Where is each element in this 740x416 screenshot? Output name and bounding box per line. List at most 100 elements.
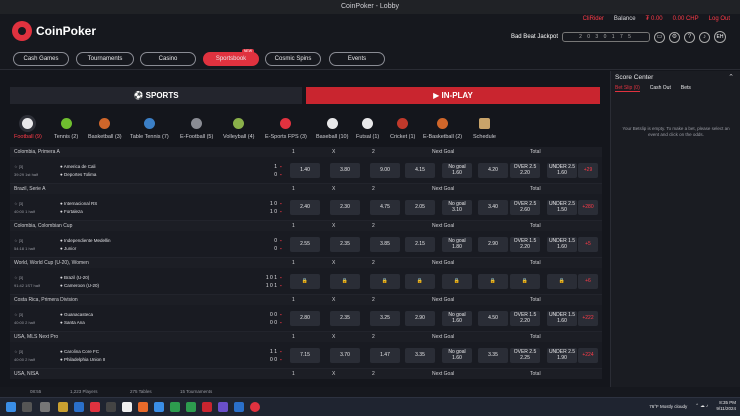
sports-button[interactable]: ⚽ SPORTS <box>10 87 302 104</box>
taskbar-app-icon[interactable] <box>202 402 212 412</box>
odds-button[interactable]: No goal 1.80 <box>442 237 472 252</box>
tab-casino[interactable]: Casino <box>140 52 196 66</box>
odds-button[interactable]: 2.90 <box>405 311 435 326</box>
logout-link[interactable]: Log Out <box>709 16 730 22</box>
taskbar-app-icon[interactable] <box>234 402 244 412</box>
tab-cosmic-spins[interactable]: Cosmic Spins <box>265 52 321 66</box>
more-markets-button[interactable]: +222 <box>578 311 598 326</box>
chevron-up-icon[interactable]: ⌃ <box>728 73 734 81</box>
odds-button[interactable]: 🔒 <box>405 274 435 289</box>
odds-button[interactable]: No goal 1.60 <box>442 348 472 363</box>
cat-efootball[interactable]: E-Football (5) <box>180 116 213 140</box>
odds-button[interactable]: OVER 2.5 2.25 <box>510 348 540 363</box>
taskbar-app-icon[interactable] <box>154 402 164 412</box>
cat-ebasketball[interactable]: E-Basketball (2) <box>423 116 462 140</box>
odds-button[interactable]: 2.30 <box>330 200 360 215</box>
match-row[interactable]: ☆ [3] 40:00 2 half ● Guanacasteca ● Santa A… <box>10 305 602 332</box>
tab-bets[interactable]: Bets <box>681 85 691 92</box>
odds-button[interactable]: 3.40 <box>478 200 508 215</box>
odds-button[interactable]: OVER 2.5 2.20 <box>510 163 540 178</box>
taskbar-app-icon[interactable] <box>58 402 68 412</box>
cat-esports-fps[interactable]: E-Sports FPS (3) <box>265 116 307 140</box>
match-favorite[interactable]: ☆ [3] <box>14 312 23 317</box>
support-icon[interactable]: ? <box>684 31 695 43</box>
taskbar-app-icon[interactable] <box>186 402 196 412</box>
odds-button[interactable]: 4.15 <box>405 163 435 178</box>
wallet-icon[interactable]: ▭ <box>654 31 665 43</box>
odds-button[interactable]: 2.40 <box>290 200 320 215</box>
match-favorite[interactable]: ☆ [3] <box>14 275 23 280</box>
more-markets-button[interactable]: +224 <box>578 348 598 363</box>
odds-button[interactable]: OVER 1.5 2.20 <box>510 237 540 252</box>
cat-futsal[interactable]: Futsal (1) <box>356 116 379 140</box>
odds-button[interactable]: 🔒 <box>442 274 472 289</box>
cat-cricket[interactable]: Cricket (1) <box>390 116 415 140</box>
match-favorite[interactable]: ☆ [3] <box>14 238 23 243</box>
odds-button[interactable]: 3.35 <box>478 348 508 363</box>
taskbar-app-icon[interactable] <box>170 402 180 412</box>
odds-button[interactable]: 2.90 <box>478 237 508 252</box>
odds-button[interactable]: No goal 3.10 <box>442 200 472 215</box>
match-row[interactable]: ☆ [3] 40:00 1 half ● Internacional RS ● For… <box>10 194 602 221</box>
clock[interactable]: 8:35 PM 9/11/2024 <box>716 400 736 412</box>
cat-football[interactable]: Football (9) <box>14 116 42 140</box>
username[interactable]: CliRider <box>583 16 604 22</box>
match-row[interactable]: ☆ [3] 40:00 2 half ● Carolina Core FC ● Phi… <box>10 342 602 369</box>
notification-icon[interactable]: ♪ <box>699 31 710 43</box>
more-markets-button[interactable]: +6 <box>578 274 598 289</box>
tab-tournaments[interactable]: Tournaments <box>76 52 134 66</box>
taskbar-app-icon[interactable] <box>40 402 50 412</box>
odds-button[interactable]: 🔒 <box>547 274 577 289</box>
taskbar-app-icon[interactable] <box>138 402 148 412</box>
search-icon[interactable] <box>22 402 32 412</box>
odds-button[interactable]: 3.80 <box>330 163 360 178</box>
odds-button[interactable]: 🔒 <box>290 274 320 289</box>
match-favorite[interactable]: ☆ [3] <box>14 349 23 354</box>
odds-button[interactable]: 3.25 <box>370 311 400 326</box>
odds-button[interactable]: 1.40 <box>290 163 320 178</box>
cat-volleyball[interactable]: Volleyball (4) <box>223 116 255 140</box>
coinpoker-taskbar-icon[interactable] <box>250 402 260 412</box>
match-favorite[interactable]: ☆ [3] <box>14 164 23 169</box>
weather[interactable]: 76°F Mostly cloudy <box>649 404 687 409</box>
odds-button[interactable]: 3.35 <box>405 348 435 363</box>
odds-button[interactable]: 1.47 <box>370 348 400 363</box>
cat-table-tennis[interactable]: Table Tennis (7) <box>130 116 169 140</box>
match-favorite[interactable]: ☆ [3] <box>14 201 23 206</box>
odds-button[interactable]: 2.35 <box>330 311 360 326</box>
tab-bet-slip[interactable]: Bet Slip (0) <box>615 85 640 92</box>
match-row[interactable]: ☆ [3] 91:42 1ST half ● Brazil (U-20) ● Came… <box>10 268 602 295</box>
match-row[interactable]: ☆ [3] 54:18 1 half ● Independiente Medelli… <box>10 231 602 258</box>
odds-button[interactable]: 3.70 <box>330 348 360 363</box>
odds-button[interactable]: 2.15 <box>405 237 435 252</box>
odds-button[interactable]: 4.50 <box>478 311 508 326</box>
match-row[interactable]: ☆ [3] 39:29 1st half ● America de Cali ● De… <box>10 157 602 184</box>
odds-button[interactable]: 🔒 <box>510 274 540 289</box>
odds-button[interactable]: 4.20 <box>478 163 508 178</box>
inplay-button[interactable]: ▶ IN-PLAY <box>306 87 600 104</box>
taskbar-app-icon[interactable] <box>106 402 116 412</box>
odds-button[interactable]: No goal 1.60 <box>442 311 472 326</box>
odds-button[interactable]: 🔒 <box>370 274 400 289</box>
odds-button[interactable]: 2.55 <box>290 237 320 252</box>
tab-cash-out[interactable]: Cash Out <box>650 85 671 92</box>
tab-events[interactable]: Events <box>329 52 385 66</box>
gear-icon[interactable]: ⚙ <box>669 31 680 43</box>
odds-button[interactable]: UNDER 2.5 1.50 <box>547 200 577 215</box>
odds-button[interactable]: UNDER 1.5 1.60 <box>547 237 577 252</box>
odds-button[interactable]: OVER 2.5 2.60 <box>510 200 540 215</box>
taskbar-app-icon[interactable] <box>90 402 100 412</box>
more-markets-button[interactable]: +29 <box>578 163 598 178</box>
odds-button[interactable]: 2.35 <box>330 237 360 252</box>
tab-cash-games[interactable]: Cash Games <box>13 52 69 66</box>
odds-button[interactable]: No goal 1.60 <box>442 163 472 178</box>
odds-button[interactable]: UNDER 2.5 1.90 <box>547 348 577 363</box>
taskbar-app-icon[interactable] <box>218 402 228 412</box>
odds-button[interactable]: 🔒 <box>478 274 508 289</box>
odds-button[interactable]: 4.75 <box>370 200 400 215</box>
tab-sportsbook[interactable]: Sportsbook NEW <box>203 49 259 66</box>
cat-baseball[interactable]: Baseball (10) <box>316 116 348 140</box>
tray-icons[interactable]: ⌃ ☁ ♪ <box>695 403 708 409</box>
odds-button[interactable]: 🔒 <box>330 274 360 289</box>
taskbar-app-icon[interactable] <box>122 402 132 412</box>
